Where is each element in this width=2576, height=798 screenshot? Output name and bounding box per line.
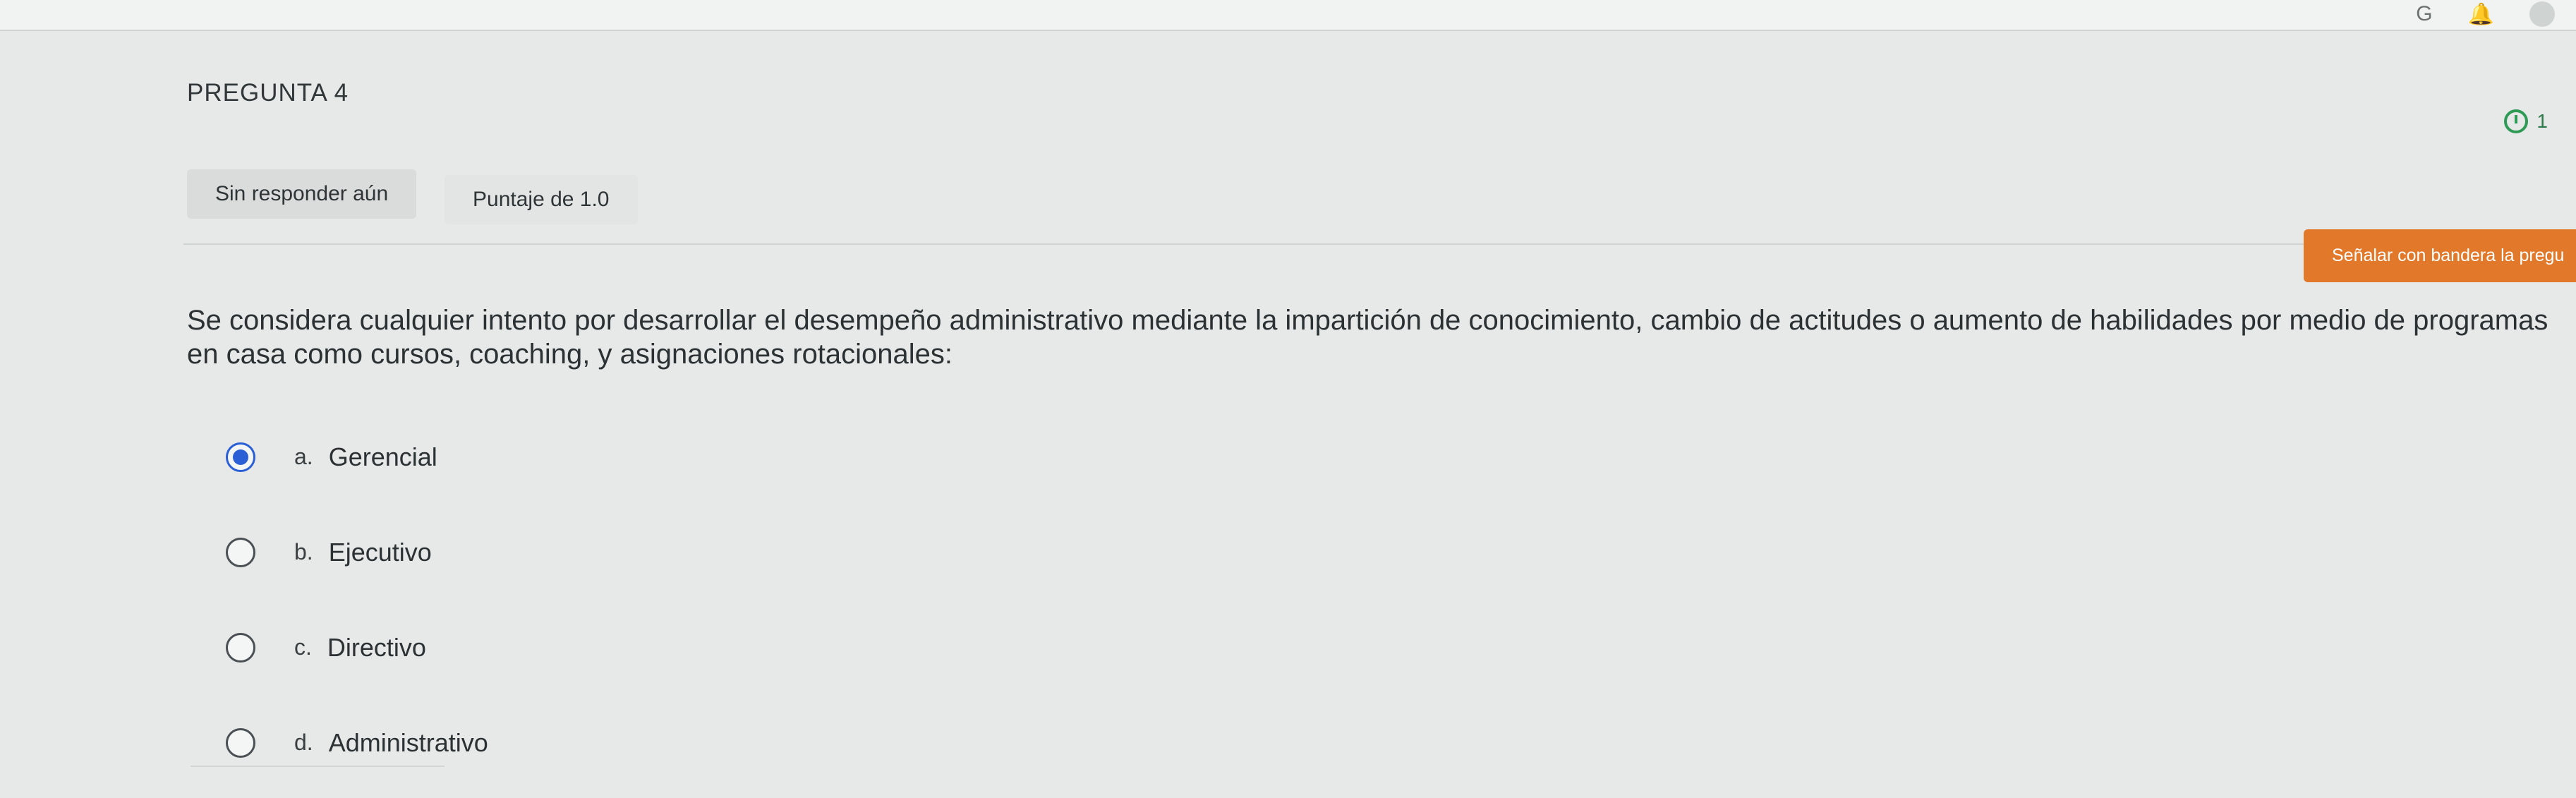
- page: G 🔔 PREGUNTA 4 1 Sin responder aún Punta…: [0, 0, 2576, 798]
- status-badge: Sin responder aún: [187, 169, 417, 219]
- topbar-icons: G 🔔: [2416, 1, 2555, 27]
- bottom-divider: [191, 766, 445, 767]
- timer: 1: [2504, 109, 2548, 133]
- radio-option-c[interactable]: [226, 632, 255, 663]
- option-text[interactable]: Gerencial: [329, 442, 437, 472]
- profile-icon[interactable]: [2529, 1, 2555, 27]
- question-number: PREGUNTA 4: [187, 79, 349, 107]
- option-a[interactable]: a. Gerencial: [226, 409, 488, 504]
- option-b[interactable]: b. Ejecutivo: [226, 504, 488, 600]
- option-letter: b.: [294, 539, 313, 564]
- option-letter: d.: [294, 730, 313, 755]
- bell-icon[interactable]: 🔔: [2468, 2, 2494, 27]
- divider: [183, 243, 2540, 245]
- option-letter: c.: [294, 634, 312, 660]
- option-text[interactable]: Directivo: [327, 633, 426, 663]
- option-c[interactable]: c. Directivo: [226, 600, 488, 695]
- answer-options: a. Gerencial b. Ejecutivo c. Directivo d…: [226, 409, 488, 790]
- radio-option-a[interactable]: [226, 442, 255, 472]
- question-text: Se considera cualquier intento por desar…: [187, 305, 2548, 370]
- flag-question-button[interactable]: Señalar con bandera la pregu: [2304, 229, 2576, 282]
- radio-option-d[interactable]: [226, 727, 255, 758]
- timer-label: 1: [2536, 110, 2548, 132]
- top-bar: G 🔔: [0, 0, 2576, 31]
- option-text[interactable]: Administrativo: [329, 728, 488, 758]
- radio-option-b[interactable]: [226, 537, 255, 567]
- option-letter: a.: [294, 444, 313, 469]
- points-badge: Puntaje de 1.0: [445, 175, 638, 224]
- g-icon[interactable]: G: [2416, 2, 2432, 26]
- timer-icon: [2504, 109, 2529, 133]
- option-text[interactable]: Ejecutivo: [329, 538, 432, 567]
- option-d[interactable]: d. Administrativo: [226, 695, 488, 790]
